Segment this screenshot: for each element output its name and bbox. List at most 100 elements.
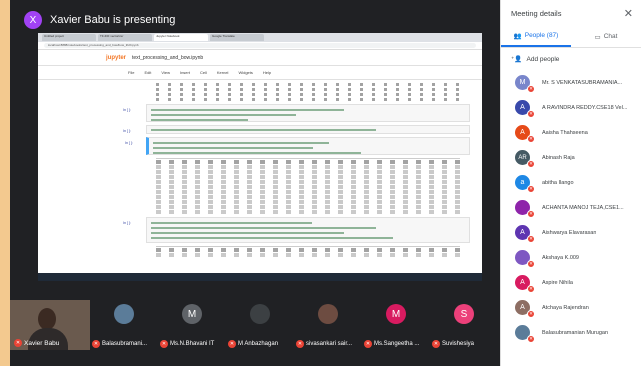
dataframe-row: [156, 210, 460, 214]
list-item[interactable]: M ✕ Mr. S VENKATASUBRAMANIA...: [515, 70, 641, 95]
list-item[interactable]: ✕ Balasubramanian Murugan: [515, 320, 641, 345]
participant-strip: ✕ Xavier Babu ✕ Balasubramani... M ✕ Ms.N.…: [10, 300, 500, 350]
notebook-menubar: File Edit View Insert Cell Kernel Widget…: [38, 66, 482, 80]
avatar-initial: a: [520, 179, 525, 186]
tab-chat[interactable]: ▭ Chat: [571, 26, 641, 47]
list-item[interactable]: A ✕ A RAVINDRA REDDY.CSE18 Vel...: [515, 95, 641, 120]
output-row: [156, 98, 462, 101]
list-item[interactable]: A ✕ Atchaya Rajendran: [515, 295, 641, 320]
people-icon: 👥: [513, 32, 522, 40]
tab-chat-label: Chat: [603, 33, 618, 40]
add-people-label: Add people: [526, 55, 560, 63]
avatar: ✕: [515, 250, 535, 268]
url-bar: localhost:8888/notebooks/text_processing…: [38, 42, 482, 50]
notebook-cells: In [ ]: In [ ]: In [ ]: In []:: [120, 81, 470, 271]
dataframe-row: [156, 180, 460, 184]
code-line: [153, 147, 313, 149]
avatar: AR ✕: [515, 150, 535, 168]
participant-name: Aishwarya Elavarasan: [542, 229, 597, 236]
panel-title: Meeting details: [511, 8, 562, 18]
dataframe-row: [156, 200, 460, 204]
avatar-initial: A: [520, 129, 525, 136]
participant-name: Aaisha Thahseena: [542, 129, 588, 136]
list-item[interactable]: A ✕ Aishwarya Elavarasan: [515, 220, 641, 245]
notebook-header: jupyter text_processing_and_bow.ipynb: [38, 50, 482, 66]
browser-tab: Untitled project: [42, 34, 96, 41]
participant-name: Atchaya Rajendran: [542, 304, 589, 311]
browser-tabs: Untitled project TF-IDF vectorizer Jupyt…: [38, 33, 482, 42]
participant-tile[interactable]: M ✕ Ms.N.Bhavani IT: [158, 300, 226, 350]
avatar: ✕: [515, 200, 535, 218]
code-line: [153, 152, 361, 154]
avatar: A ✕: [515, 300, 535, 318]
self-tile[interactable]: ✕ Xavier Babu: [10, 300, 90, 350]
jupyter-logo: jupyter: [106, 54, 127, 61]
add-people-button[interactable]: ⁺👤 Add people: [501, 48, 641, 70]
participant-name: ✕ sivasankari sair...: [296, 340, 362, 348]
participant-tile[interactable]: ✕ Balasubramani...: [90, 300, 158, 350]
dataframe-row: [156, 165, 460, 169]
avatar-initial: AR: [518, 154, 527, 161]
tab-people[interactable]: 👥 People (87): [501, 26, 571, 47]
participant-list: M ✕ Mr. S VENKATASUBRAMANIA... A ✕ A RAVINDR…: [501, 70, 641, 345]
output-row: [156, 88, 462, 91]
code-line: [151, 222, 312, 224]
participant-tile[interactable]: ✕ sivasankari sair...: [294, 300, 362, 350]
participant-tile[interactable]: S ✕ Suvishesiya: [430, 300, 498, 350]
participant-avatar: [250, 304, 270, 324]
list-item[interactable]: ✕ Akshaya K.009: [515, 245, 641, 270]
add-person-icon: ⁺👤: [511, 56, 523, 63]
avatar-initial: M: [519, 79, 526, 86]
menu-cell: Cell: [199, 70, 207, 75]
participant-tile[interactable]: M ✕ Ms.Sangeetha ...: [362, 300, 430, 350]
participant-avatar: S: [454, 304, 474, 324]
mic-off-icon: ✕: [228, 340, 236, 348]
list-item[interactable]: ✕ ACHANTA MANOJ TEJA,CSE1...: [515, 195, 641, 220]
avatar: ✕: [515, 325, 535, 343]
code-line: [151, 237, 393, 239]
avatar-initial: A: [520, 279, 525, 286]
cell-prompt: In [ ]:: [123, 221, 131, 225]
list-item[interactable]: A ✕ Aaisha Thahseena: [515, 120, 641, 145]
list-item[interactable]: A ✕ Aspire Nihila: [515, 270, 641, 295]
code-cell: In [ ]:: [123, 104, 470, 122]
mic-off-icon: ✕: [527, 85, 535, 93]
dataframe-header: [156, 160, 460, 164]
mic-off-icon: ✕: [527, 260, 535, 268]
dataframe-output: [156, 158, 460, 214]
menu-insert: Insert: [179, 70, 190, 75]
meet-window: X Xavier Babu is presenting Untitled pro…: [10, 0, 641, 366]
code-cell: In [ ]:: [123, 125, 470, 134]
participant-name: ✕ Suvishesiya: [432, 340, 498, 348]
dataframe-row: [156, 190, 460, 194]
mic-off-icon: ✕: [527, 160, 535, 168]
menu-help: Help: [262, 70, 272, 75]
avatar-initial: A: [520, 104, 525, 111]
code-cell-selected: In [ ]:: [125, 137, 470, 155]
browser-tab: TF-IDF vectorizer: [98, 34, 152, 41]
participant-name: Akshaya K.009: [542, 254, 579, 261]
participant-name: abitha Ilango: [542, 179, 574, 186]
output-row: [156, 83, 462, 86]
participant-name: Mr. S VENKATASUBRAMANIA...: [542, 79, 623, 86]
mic-off-icon: ✕: [364, 340, 372, 348]
list-item[interactable]: a ✕ abitha Ilango: [515, 170, 641, 195]
dataframe-output: [156, 246, 460, 257]
participant-name: Abinash Raja: [542, 154, 575, 161]
menu-edit: Edit: [144, 70, 152, 75]
menu-widgets: Widgets: [238, 70, 253, 75]
menu-kernel: Kernel: [216, 70, 229, 75]
close-icon[interactable]: ✕: [624, 7, 633, 20]
avatar-initial: A: [520, 229, 525, 236]
avatar-initial: A: [520, 304, 525, 311]
tab-people-label: People (87): [524, 32, 559, 39]
presenter-avatar: X: [24, 11, 42, 29]
participant-avatar: M: [182, 304, 202, 324]
shared-screen: Untitled project TF-IDF vectorizer Jupyt…: [38, 33, 482, 281]
participant-name-text: Suvishesiya: [442, 341, 475, 347]
list-item[interactable]: AR ✕ Abinash Raja: [515, 145, 641, 170]
participant-name: ✕ Ms.N.Bhavani IT: [160, 340, 226, 348]
self-video-face: [38, 308, 56, 330]
dataframe-row: [156, 253, 460, 257]
participant-tile[interactable]: ✕ M Anbazhagan: [226, 300, 294, 350]
